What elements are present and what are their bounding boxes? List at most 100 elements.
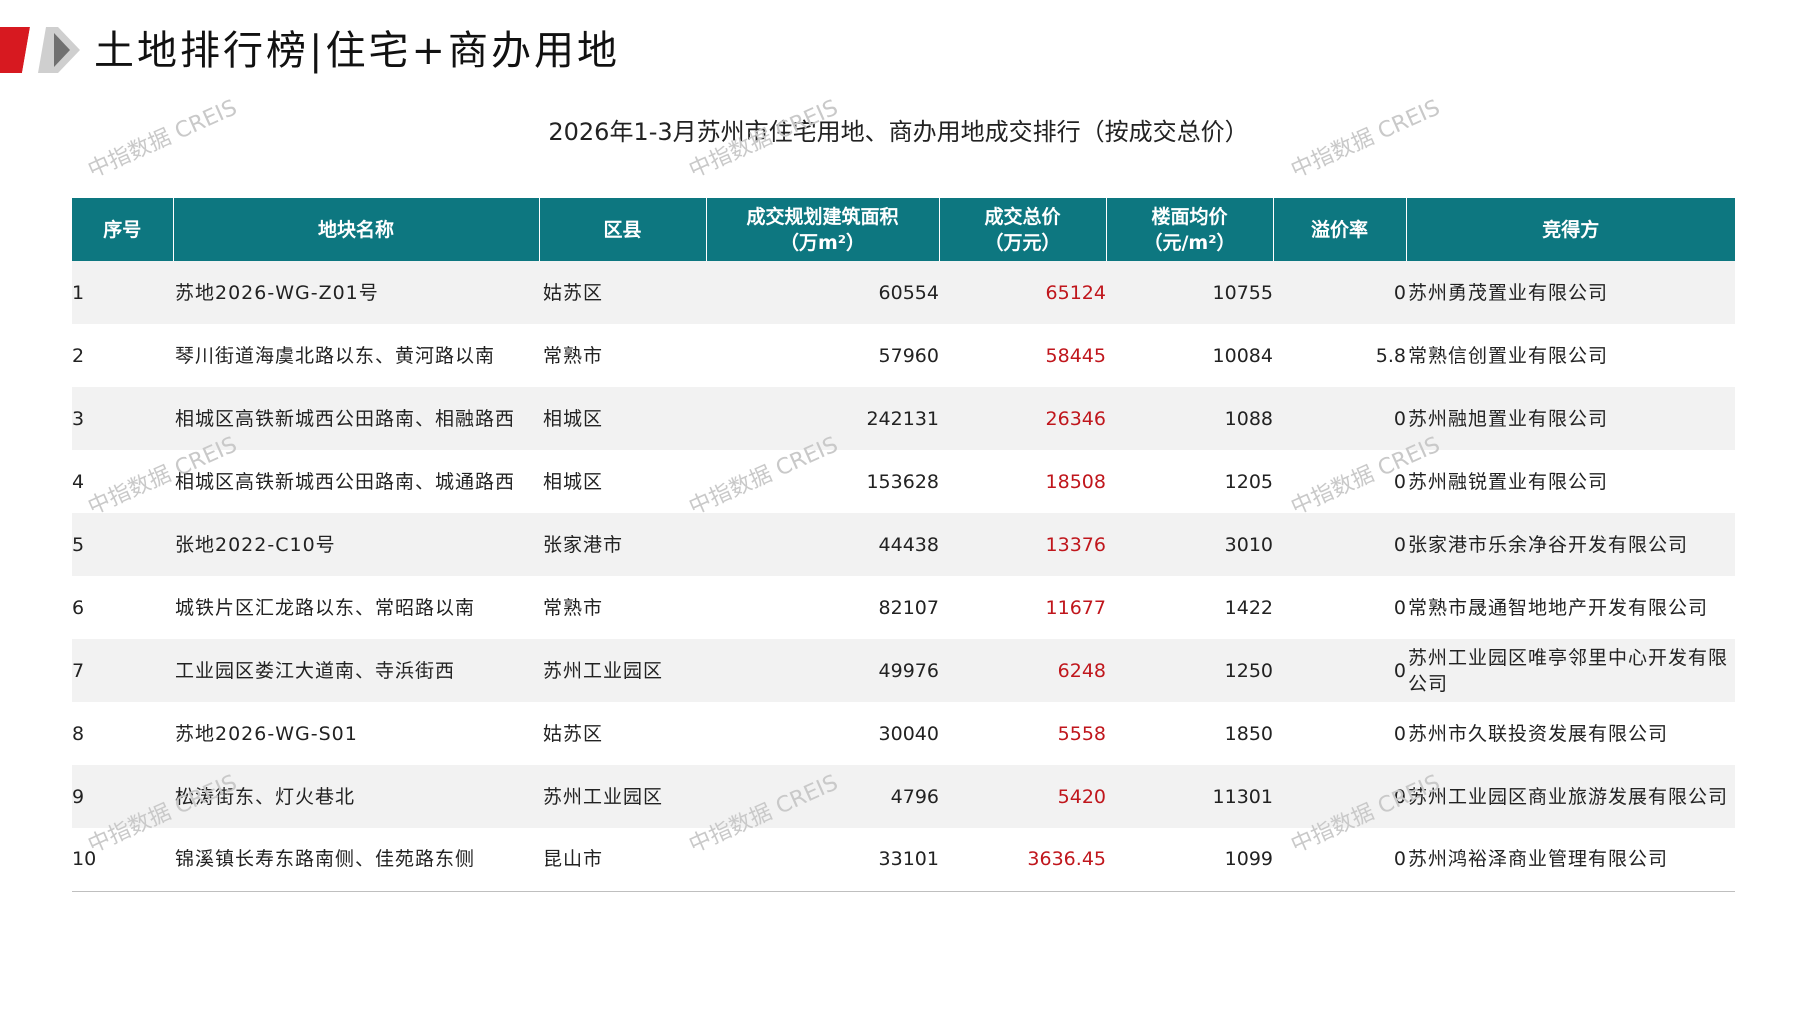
- cell-district: 姑苏区: [539, 261, 706, 324]
- cell-name: 琴川街道海虞北路以东、黄河路以南: [175, 344, 496, 367]
- col-header-unit-price: 楼面均价 （元/m²）: [1106, 198, 1274, 261]
- col-header-name: 地块名称: [173, 198, 540, 261]
- cell-area: 242131: [706, 387, 939, 450]
- cell-district: 姑苏区: [543, 722, 604, 745]
- cell-total: 26346: [939, 387, 1106, 450]
- cell-name: 锦溪镇长寿东路南侧、佳苑路东侧: [173, 828, 539, 892]
- cell-winner: 苏州市久联投资发展有限公司: [1408, 722, 1669, 745]
- cell-district: 苏州工业园区: [539, 765, 706, 828]
- cell-winner: 张家港市乐余净谷开发有限公司: [1406, 513, 1735, 576]
- cell-winner: 苏州勇茂置业有限公司: [1406, 261, 1735, 324]
- cell-winner: 苏州工业园区商业旅游发展有限公司: [1406, 765, 1735, 828]
- col-header-area: 成交规划建筑面积 （万m²）: [706, 198, 940, 261]
- col-header-winner: 竞得方: [1406, 198, 1735, 261]
- page-title: 土地排行榜|住宅+商办用地: [94, 28, 620, 74]
- cell-district: 常熟市: [543, 596, 604, 619]
- cell-rank: 7: [72, 639, 173, 702]
- table-row: 1 苏地2026-WG-Z01号 姑苏区 60554 65124 10755 0…: [72, 261, 1735, 324]
- cell-total: 5420: [939, 765, 1106, 828]
- cell-total: 18508: [1045, 470, 1106, 493]
- cell-winner: 苏州鸿裕泽商业管理有限公司: [1406, 828, 1735, 892]
- cell-rank: 1: [72, 261, 173, 324]
- cell-total: 6248: [939, 639, 1106, 702]
- cell-name: 相城区高铁新城西公田路南、相融路西: [173, 387, 539, 450]
- cell-name: 工业园区娄江大道南、寺浜街西: [173, 639, 539, 702]
- cell-district: 相城区: [539, 387, 706, 450]
- cell-total: 5558: [1057, 722, 1106, 745]
- ranking-table: 序号 地块名称 区县 成交规划建筑面积 （万m²） 成交总价 （万元） 楼面均价 （元…: [72, 198, 1735, 892]
- cell-premium: 0: [1273, 765, 1406, 828]
- cell-winner: 苏州融旭置业有限公司: [1406, 387, 1735, 450]
- cell-total: 11677: [1045, 596, 1106, 619]
- cell-total: 65124: [939, 261, 1106, 324]
- cell-winner: 苏州工业园区唯亭邻里中心开发有限公司: [1406, 639, 1735, 702]
- cell-unit-price: 1205: [1224, 470, 1273, 493]
- table-row: 5 张地2022-C10号 张家港市 44438 13376 3010 0 张家…: [72, 513, 1735, 576]
- cell-winner: 常熟市晟通智地地产开发有限公司: [1408, 596, 1709, 619]
- cell-district: 昆山市: [539, 828, 706, 892]
- cell-rank: 9: [72, 765, 173, 828]
- cell-winner: 苏州融锐置业有限公司: [1408, 470, 1609, 493]
- col-header-premium: 溢价率: [1273, 198, 1407, 261]
- cell-name: 苏地2026-WG-Z01号: [173, 261, 539, 324]
- logo-mark: [0, 27, 80, 73]
- cell-district: 常熟市: [543, 344, 604, 367]
- cell-unit-price: 1850: [1224, 722, 1273, 745]
- cell-unit-price: 1099: [1106, 828, 1273, 892]
- cell-area: 33101: [706, 828, 939, 892]
- table-row: 3 相城区高铁新城西公田路南、相融路西 相城区 242131 26346 108…: [72, 387, 1735, 450]
- cell-premium: 0: [1273, 513, 1406, 576]
- cell-premium: 0: [1273, 261, 1406, 324]
- cell-name: 苏地2026-WG-S01: [175, 722, 358, 745]
- cell-rank: 6: [72, 596, 85, 619]
- cell-name: 相城区高铁新城西公田路南、城通路西: [175, 470, 516, 493]
- table-title: 2026年1-3月苏州市住宅用地、商办用地成交排行（按成交总价）: [548, 118, 1249, 146]
- cell-area: 44438: [706, 513, 939, 576]
- cell-premium: 0: [1273, 387, 1406, 450]
- table-row: 8 苏地2026-WG-S01 姑苏区 30040 5558 1850 0 苏州…: [72, 702, 1735, 765]
- cell-rank: 4: [72, 470, 85, 493]
- col-header-district: 区县: [539, 198, 707, 261]
- cell-rank: 5: [72, 513, 173, 576]
- cell-unit-price: 1250: [1106, 639, 1273, 702]
- col-header-rank: 序号: [72, 198, 174, 261]
- cell-unit-price: 3010: [1106, 513, 1273, 576]
- cell-area: 153628: [866, 470, 939, 493]
- cell-area: 57960: [878, 344, 939, 367]
- table-row: 10 锦溪镇长寿东路南侧、佳苑路东侧 昆山市 33101 3636.45 109…: [72, 828, 1735, 892]
- cell-premium: 0: [1393, 470, 1406, 493]
- table-row: 2 琴川街道海虞北路以东、黄河路以南 常熟市 57960 58445 10084…: [72, 324, 1735, 387]
- cell-district: 张家港市: [539, 513, 706, 576]
- table-row: 4 相城区高铁新城西公田路南、城通路西 相城区 153628 18508 120…: [72, 450, 1735, 513]
- cell-unit-price: 11301: [1106, 765, 1273, 828]
- table-row: 7 工业园区娄江大道南、寺浜街西 苏州工业园区 49976 6248 1250 …: [72, 639, 1735, 702]
- col-header-total: 成交总价 （万元）: [939, 198, 1107, 261]
- cell-premium: 0: [1273, 639, 1406, 702]
- cell-district: 相城区: [543, 470, 604, 493]
- cell-district: 苏州工业园区: [539, 639, 706, 702]
- cell-rank: 10: [72, 828, 173, 892]
- cell-unit-price: 1422: [1224, 596, 1273, 619]
- cell-total: 13376: [939, 513, 1106, 576]
- cell-name: 松涛街东、灯火巷北: [173, 765, 539, 828]
- cell-premium: 0: [1393, 596, 1406, 619]
- cell-unit-price: 10084: [1212, 344, 1273, 367]
- cell-unit-price: 1088: [1106, 387, 1273, 450]
- cell-rank: 2: [72, 344, 85, 367]
- cell-total: 58445: [1045, 344, 1106, 367]
- table-row: 9 松涛街东、灯火巷北 苏州工业园区 4796 5420 11301 0 苏州工…: [72, 765, 1735, 828]
- cell-area: 82107: [878, 596, 939, 619]
- cell-rank: 8: [72, 722, 85, 745]
- cell-area: 30040: [878, 722, 939, 745]
- table-row: 6 城铁片区汇龙路以东、常昭路以南 常熟市 82107 11677 1422 0…: [72, 576, 1735, 639]
- table-header-row: 序号 地块名称 区县 成交规划建筑面积 （万m²） 成交总价 （万元） 楼面均价 （元…: [72, 198, 1735, 261]
- cell-area: 4796: [706, 765, 939, 828]
- cell-name: 城铁片区汇龙路以东、常昭路以南: [175, 596, 476, 619]
- cell-winner: 常熟信创置业有限公司: [1408, 344, 1609, 367]
- cell-total: 3636.45: [939, 828, 1106, 892]
- cell-premium: 0: [1273, 828, 1406, 892]
- cell-unit-price: 10755: [1106, 261, 1273, 324]
- cell-name: 张地2022-C10号: [173, 513, 539, 576]
- cell-area: 60554: [706, 261, 939, 324]
- cell-premium: 0: [1393, 722, 1406, 745]
